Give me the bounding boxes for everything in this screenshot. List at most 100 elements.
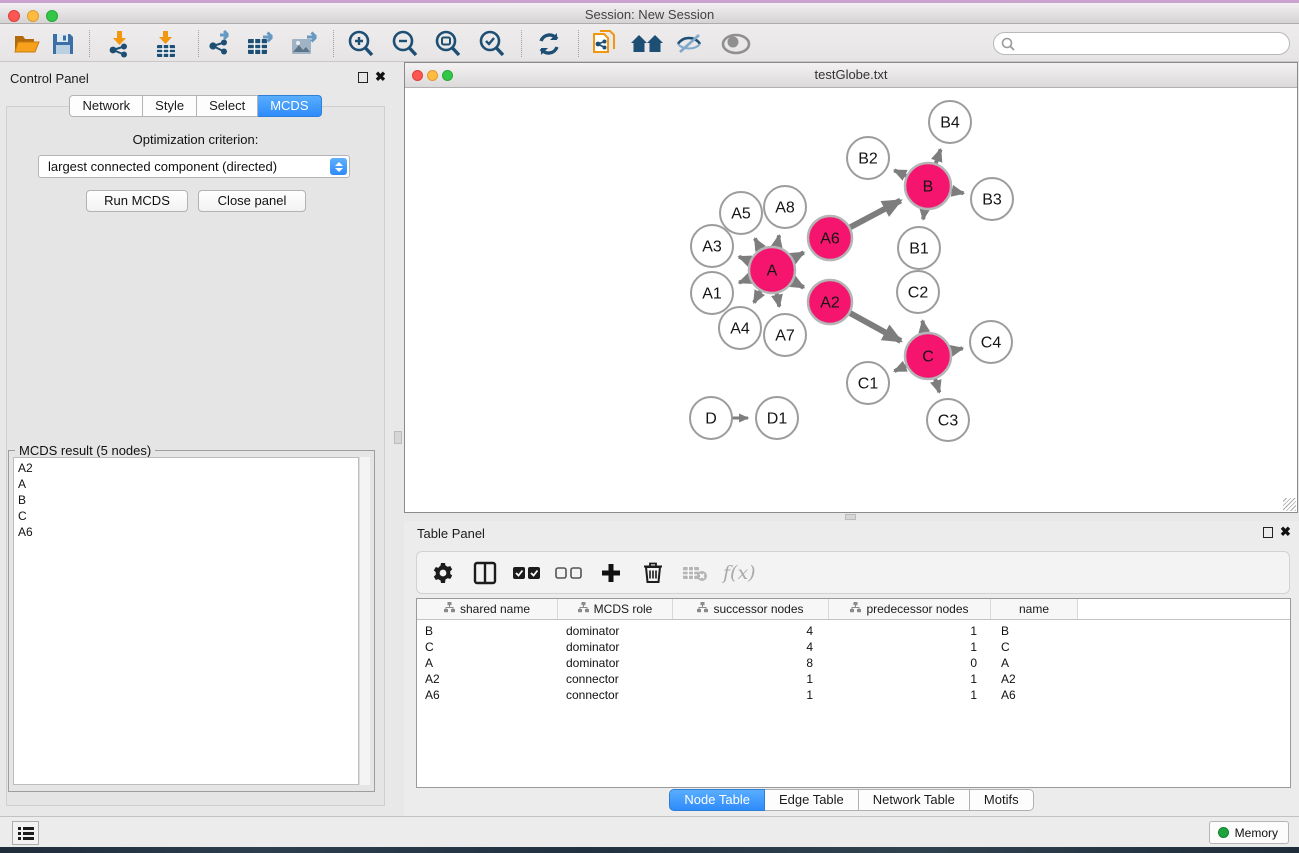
close-table-panel-icon[interactable]: ✖ [1280, 524, 1291, 540]
add-column-icon[interactable] [597, 559, 625, 587]
run-mcds-button[interactable]: Run MCDS [86, 190, 188, 212]
refresh-layout-icon[interactable] [532, 28, 566, 60]
node-C[interactable]: C [905, 333, 951, 379]
close-panel-button[interactable]: Close panel [198, 190, 306, 212]
node-D[interactable]: D [690, 397, 732, 439]
gear-icon[interactable] [429, 559, 457, 587]
node-B4[interactable]: B4 [929, 101, 971, 143]
save-session-icon[interactable] [46, 28, 80, 60]
table-row[interactable]: Cdominator41C [417, 639, 1290, 655]
table-cell: A [991, 655, 1078, 671]
tab-style[interactable]: Style [143, 95, 197, 117]
node-A1[interactable]: A1 [691, 272, 733, 314]
table-row[interactable]: Adominator80A [417, 655, 1290, 671]
zoom-in-icon[interactable] [344, 28, 378, 60]
svg-text:B: B [923, 179, 934, 196]
export-network-icon[interactable] [203, 28, 237, 60]
select-all-icon[interactable] [513, 559, 541, 587]
node-B1[interactable]: B1 [898, 227, 940, 269]
network-graph-canvas[interactable]: B4 B2 B B3 A8 A5 A6 A3 B1 A C2 A1 A2 A4 A7 C4 C C1 C3 D D1 [406, 89, 1298, 513]
split-columns-icon[interactable] [471, 559, 499, 587]
table-cell [1078, 687, 1290, 703]
optimization-criterion-select[interactable]: largest connected component (directed) [38, 155, 350, 178]
node-C4[interactable]: C4 [970, 321, 1012, 363]
result-item[interactable]: A [18, 476, 358, 492]
table-row[interactable]: Bdominator41B [417, 623, 1290, 639]
column-header-name[interactable]: name [991, 599, 1078, 619]
memory-button[interactable]: Memory [1209, 821, 1289, 844]
table-cell: A2 [417, 671, 558, 687]
delete-table-icon[interactable] [681, 559, 709, 587]
node-C2[interactable]: C2 [897, 271, 939, 313]
tab-network[interactable]: Network [69, 95, 143, 117]
svg-text:A8: A8 [775, 200, 795, 217]
node-B2[interactable]: B2 [847, 137, 889, 179]
result-item[interactable]: C [18, 508, 358, 524]
svg-text:C2: C2 [908, 285, 929, 302]
node-A6[interactable]: A6 [808, 216, 852, 260]
close-panel-icon[interactable]: ✖ [375, 69, 386, 85]
tab-mcds[interactable]: MCDS [258, 95, 321, 117]
float-table-panel-icon[interactable] [1263, 527, 1273, 538]
column-header-successor-nodes[interactable]: successor nodes [673, 599, 829, 619]
hide-panel-icon[interactable] [673, 28, 707, 60]
node-A[interactable]: A [749, 247, 795, 293]
deselect-all-icon[interactable] [555, 559, 583, 587]
session-doc-icon[interactable] [588, 28, 622, 60]
tab-network-table[interactable]: Network Table [859, 789, 970, 811]
network-window-titlebar: testGlobe.txt [405, 63, 1297, 88]
svg-text:A4: A4 [730, 321, 750, 338]
node-A2[interactable]: A2 [808, 280, 852, 324]
table-row[interactable]: A6connector11A6 [417, 687, 1290, 703]
search-field[interactable] [1020, 35, 1289, 53]
node-A5[interactable]: A5 [720, 192, 762, 234]
search-input[interactable] [993, 32, 1290, 55]
table-cell [1078, 671, 1290, 687]
node-A8[interactable]: A8 [764, 186, 806, 228]
node-A3[interactable]: A3 [691, 225, 733, 267]
mcds-result-list[interactable]: A2ABCA6 [13, 457, 359, 785]
select-stepper-icon [330, 158, 347, 175]
import-table-icon[interactable] [149, 28, 183, 60]
import-network-icon[interactable] [103, 28, 137, 60]
node-table[interactable]: shared nameMCDS rolesuccessor nodesprede… [416, 598, 1291, 788]
zoom-fit-icon[interactable] [431, 28, 465, 60]
tab-edge-table[interactable]: Edge Table [765, 789, 859, 811]
node-B[interactable]: B [905, 163, 951, 209]
open-file-icon[interactable] [10, 28, 44, 60]
delete-column-icon[interactable] [639, 559, 667, 587]
export-table-icon[interactable] [244, 28, 278, 60]
node-C1[interactable]: C1 [847, 362, 889, 404]
export-image-icon[interactable] [288, 28, 322, 60]
horizontal-split-grip[interactable] [845, 514, 856, 520]
result-item[interactable]: A6 [18, 524, 358, 540]
main-toolbar [0, 24, 1299, 62]
zoom-selected-icon[interactable] [475, 28, 509, 60]
result-item[interactable]: B [18, 492, 358, 508]
node-B3[interactable]: B3 [971, 178, 1013, 220]
node-D1[interactable]: D1 [756, 397, 798, 439]
tab-node-table[interactable]: Node Table [669, 789, 765, 811]
tab-motifs[interactable]: Motifs [970, 789, 1034, 811]
float-panel-icon[interactable] [358, 72, 368, 83]
window-resize-grip[interactable] [1283, 498, 1296, 511]
node-C3[interactable]: C3 [927, 399, 969, 441]
show-panel-icon[interactable] [719, 28, 753, 60]
panel-list-icon[interactable] [12, 821, 39, 845]
open-recent-icon[interactable] [630, 28, 664, 60]
tab-select[interactable]: Select [197, 95, 258, 117]
zoom-out-icon[interactable] [388, 28, 422, 60]
column-header-MCDS-role[interactable]: MCDS role [558, 599, 673, 619]
column-header-predecessor-nodes[interactable]: predecessor nodes [829, 599, 991, 619]
result-list-scrollbar[interactable] [359, 457, 370, 785]
function-builder-icon[interactable]: f(x) [723, 562, 756, 584]
vertical-split-grip[interactable] [394, 431, 402, 444]
window-titlebar: Session: New Session [0, 3, 1299, 24]
node-A4[interactable]: A4 [719, 307, 761, 349]
column-header-shared-name[interactable]: shared name [417, 599, 558, 619]
table-panel-title: Table Panel [417, 526, 485, 541]
result-item[interactable]: A2 [18, 460, 358, 476]
node-A7[interactable]: A7 [764, 314, 806, 356]
table-row[interactable]: A2connector11A2 [417, 671, 1290, 687]
shared-column-icon [697, 602, 708, 616]
